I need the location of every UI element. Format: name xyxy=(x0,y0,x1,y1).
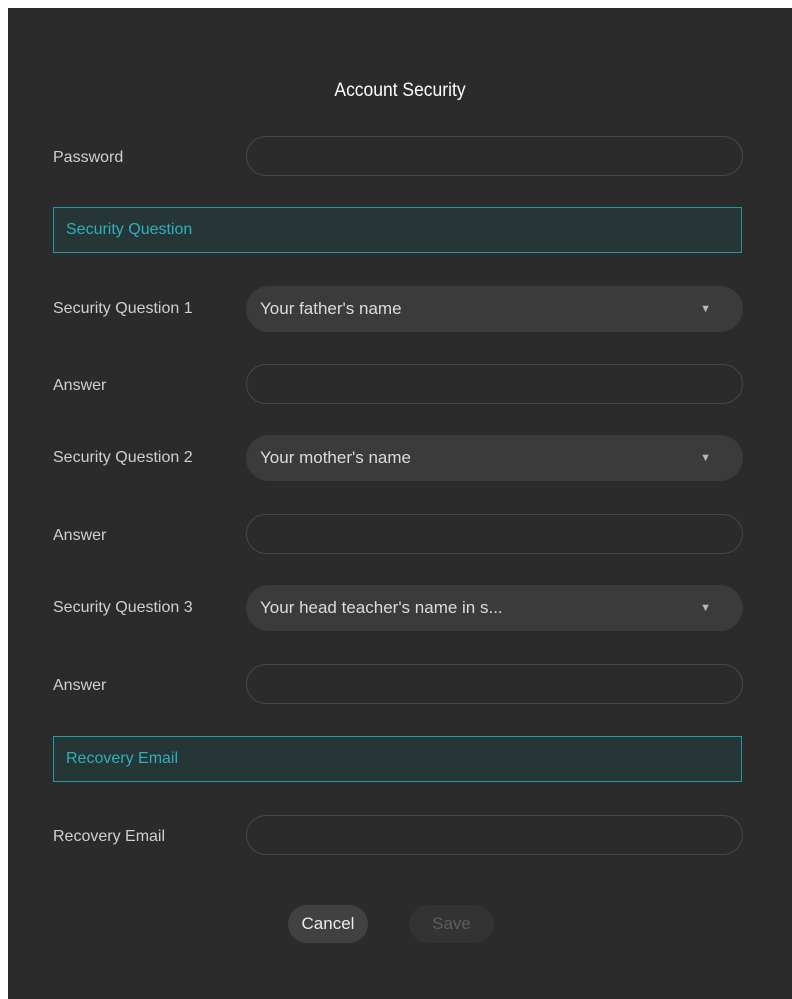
answer-1-row: Answer xyxy=(8,364,792,408)
security-question-section-title: Security Question xyxy=(66,221,193,238)
recovery-email-row: Recovery Email xyxy=(8,815,792,859)
password-field[interactable] xyxy=(246,136,743,176)
password-label: Password xyxy=(53,149,124,166)
answer-3-field[interactable] xyxy=(246,664,743,704)
dialog-title: Account Security xyxy=(334,80,466,101)
security-question-section-header: Security Question xyxy=(53,207,742,253)
recovery-email-label: Recovery Email xyxy=(53,828,166,845)
dropdown-arrow-icon: ▼ xyxy=(700,303,711,315)
security-question-2-label: Security Question 2 xyxy=(53,449,193,466)
security-question-1-value: Your father's name xyxy=(260,299,402,318)
security-question-3-label: Security Question 3 xyxy=(53,599,193,616)
cancel-button[interactable]: Cancel xyxy=(288,905,368,943)
security-question-2-row: Security Question 2 Your mother's name ▼ xyxy=(8,435,792,481)
recovery-email-field[interactable] xyxy=(246,815,743,855)
dropdown-arrow-icon: ▼ xyxy=(700,452,711,464)
answer-3-row: Answer xyxy=(8,664,792,708)
security-question-2-value: Your mother's name xyxy=(260,448,411,467)
password-row: Password xyxy=(8,136,792,180)
answer-1-field[interactable] xyxy=(246,364,743,404)
security-question-1-row: Security Question 1 Your father's name ▼ xyxy=(8,286,792,332)
account-security-dialog: Account Security Password Security Quest… xyxy=(8,8,792,999)
answer-1-label: Answer xyxy=(53,377,107,394)
save-button[interactable]: Save xyxy=(409,905,494,943)
answer-3-label: Answer xyxy=(53,677,107,694)
answer-2-row: Answer xyxy=(8,514,792,558)
dropdown-arrow-icon: ▼ xyxy=(700,602,711,614)
security-question-3-value: Your head teacher's name in s... xyxy=(260,598,503,617)
security-question-2-select[interactable]: Your mother's name ▼ xyxy=(246,435,743,481)
answer-2-label: Answer xyxy=(53,527,107,544)
recovery-email-section-title: Recovery Email xyxy=(66,750,179,767)
security-question-1-select[interactable]: Your father's name ▼ xyxy=(246,286,743,332)
answer-2-field[interactable] xyxy=(246,514,743,554)
security-question-3-select[interactable]: Your head teacher's name in s... ▼ xyxy=(246,585,743,631)
security-question-1-label: Security Question 1 xyxy=(53,300,193,317)
security-question-3-row: Security Question 3 Your head teacher's … xyxy=(8,585,792,631)
recovery-email-section-header: Recovery Email xyxy=(53,736,742,782)
